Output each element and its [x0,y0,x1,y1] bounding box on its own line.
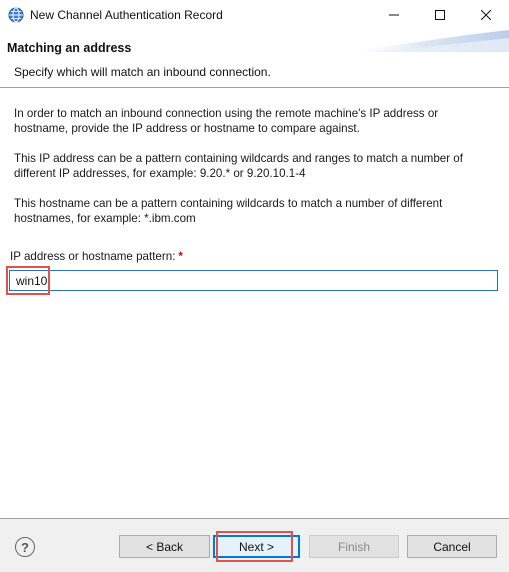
page-title: Matching an address [7,41,132,55]
back-button[interactable]: < Back [119,535,210,558]
banner-decoration [340,30,509,52]
close-icon [481,10,491,20]
next-button[interactable]: Next > [213,535,300,558]
intro-text: In order to match an inbound connection … [14,107,439,135]
maximize-icon [435,10,445,20]
minimize-icon [389,14,399,16]
window-title: New Channel Authentication Record [30,8,223,22]
maximize-button[interactable] [417,0,463,30]
help-icon: ? [21,539,29,555]
hostname-pattern-help-text: This hostname can be a pattern containin… [14,197,443,225]
globe-icon [8,7,24,23]
cancel-button[interactable]: Cancel [407,535,497,558]
finish-button[interactable]: Finish [309,535,399,558]
wizard-banner: Matching an address Specify which will m… [0,30,509,87]
page-description: Specify which will match an inbound conn… [14,65,271,79]
minimize-button[interactable] [371,0,417,30]
ip-pattern-help-text: This IP address can be a pattern contain… [14,152,463,180]
button-bar: ? < Back Next > Finish Cancel [0,519,509,572]
help-button[interactable]: ? [15,537,35,557]
ip-hostname-label: IP address or hostname pattern: * [10,250,183,263]
ip-hostname-label-text: IP address or hostname pattern: [10,250,176,263]
title-bar: New Channel Authentication Record [0,0,509,30]
required-marker: * [178,250,183,263]
ip-hostname-input[interactable] [9,270,498,291]
wizard-content: In order to match an inbound connection … [0,88,509,518]
close-button[interactable] [463,0,509,30]
